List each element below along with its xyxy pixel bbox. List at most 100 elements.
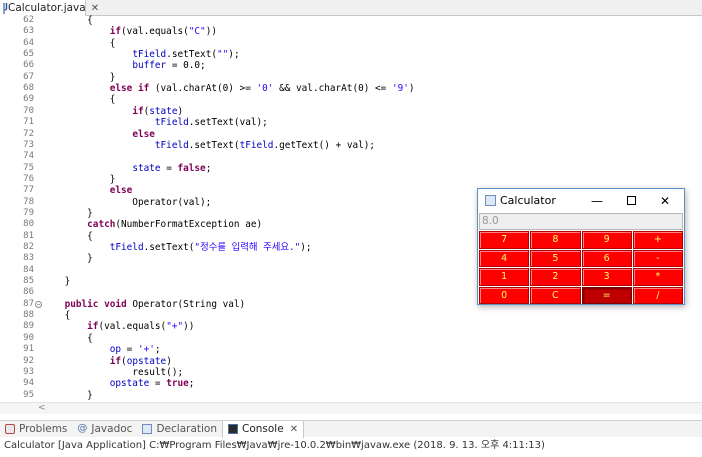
calc-button-3[interactable]: 3 [581, 268, 632, 286]
line-number: 83 [23, 253, 34, 264]
calc-button-9[interactable]: 9 [581, 231, 632, 249]
code-text: else [109, 185, 133, 197]
code-line[interactable]: 70 if(state) [0, 106, 702, 117]
console-icon [228, 424, 238, 434]
calc-button-minus[interactable]: - [632, 249, 683, 267]
code-text: Operator(val); [42, 196, 212, 208]
line-number: 86 [23, 287, 34, 298]
code-text: op = '+'; [109, 344, 161, 356]
calc-button-1[interactable]: 1 [479, 268, 530, 286]
calc-button-8[interactable]: 8 [530, 231, 581, 249]
code-line[interactable]: 72 else [0, 129, 702, 140]
code-line[interactable]: 91 op = '+'; [0, 344, 702, 355]
view-tab-label: Problems [19, 423, 68, 435]
code-text: } [42, 207, 93, 219]
code-line[interactable]: 89 if(val.equals("+")) [0, 321, 702, 332]
code-line[interactable]: 63 if(val.equals("C")) [0, 26, 702, 37]
minimize-button[interactable]: — [580, 189, 614, 212]
code-line[interactable]: 90 { [0, 333, 702, 344]
code-text: if(state) [132, 105, 184, 117]
maximize-button[interactable] [614, 189, 648, 212]
fold-collapse-icon[interactable]: − [35, 300, 42, 308]
line-number: 66 [23, 60, 34, 71]
line-number: 85 [23, 276, 34, 287]
java-file-icon [3, 2, 8, 14]
code-line[interactable]: 76 } [0, 174, 702, 185]
code-text: } [42, 71, 116, 83]
code-text: { [42, 15, 93, 26]
code-line[interactable]: 95 } [0, 390, 702, 401]
view-tab-label: Javadoc [91, 423, 133, 435]
view-tab-console[interactable]: Console ✕ [222, 420, 305, 438]
line-number: 77 [23, 185, 34, 196]
line-number: 70 [23, 105, 34, 116]
calc-button-7[interactable]: 7 [479, 231, 530, 249]
close-window-button[interactable]: ✕ [648, 189, 682, 212]
line-number: 81 [23, 230, 34, 241]
calc-button-5[interactable]: 5 [530, 249, 581, 267]
view-tab-problems[interactable]: Problems [0, 421, 72, 438]
code-text: public void Operator(String val) [64, 298, 246, 310]
code-line[interactable]: 64 { [0, 38, 702, 49]
line-number: 88 [23, 310, 34, 321]
code-text: { [42, 310, 71, 322]
line-number: 92 [23, 355, 34, 366]
calc-button-4[interactable]: 4 [479, 249, 530, 267]
line-number: 78 [23, 196, 34, 207]
scroll-left-icon[interactable]: < [38, 403, 46, 414]
code-line[interactable]: 66 buffer = 0.0; [0, 60, 702, 71]
problems-icon [5, 424, 15, 434]
calc-button-6[interactable]: 6 [581, 249, 632, 267]
view-tab-label: Console [242, 423, 284, 435]
view-tab-javadoc[interactable]: @ Javadoc [72, 421, 137, 438]
code-text: } [42, 253, 93, 265]
code-text: else [132, 128, 155, 140]
code-line[interactable]: 73 tField.setText(tField.getText() + val… [0, 140, 702, 151]
declaration-icon [142, 424, 153, 434]
close-icon[interactable]: ✕ [91, 3, 99, 14]
calc-button-clear[interactable]: C [530, 286, 581, 304]
horizontal-scrollbar[interactable]: < [0, 402, 702, 414]
code-line[interactable]: 74 [0, 151, 702, 162]
calculator-window[interactable]: Calculator — ✕ 8.0 7 8 9 +4 5 6- 1 2 3 * 0 C = / [477, 188, 685, 305]
code-line[interactable]: 93 result(); [0, 367, 702, 378]
code-text: } [42, 389, 93, 401]
calc-button-plus[interactable]: + [632, 231, 683, 249]
bottom-view-tabs: Problems @ Javadoc Declaration Console ✕ [0, 420, 702, 438]
code-text: { [42, 230, 93, 242]
code-text: buffer = 0.0; [132, 60, 206, 72]
java-app-icon [485, 195, 496, 206]
code-line[interactable]: 62 { [0, 15, 702, 26]
code-line[interactable]: 94 opstate = true; [0, 378, 702, 389]
calculator-title: Calculator [500, 194, 556, 207]
view-tab-label: Declaration [156, 423, 217, 435]
line-number: 72 [23, 128, 34, 139]
javadoc-icon: @ [77, 423, 88, 434]
close-icon[interactable]: ✕ [290, 424, 298, 435]
code-text: catch(NumberFormatException ae) [87, 219, 263, 231]
code-text: else if (val.charAt(0) >= '0' && val.cha… [109, 83, 415, 95]
code-text: state = false; [132, 162, 212, 174]
line-number: 87 [23, 298, 34, 309]
code-text: } [42, 173, 116, 185]
calc-button-equals[interactable]: = [581, 286, 632, 304]
code-line[interactable]: 75 state = false; [0, 163, 702, 174]
editor-tab-calculator-java[interactable]: Calculator.java ✕ [0, 0, 99, 16]
view-tab-declaration[interactable]: Declaration [137, 421, 222, 438]
code-line[interactable]: 68 else if (val.charAt(0) >= '0' && val.… [0, 83, 702, 94]
code-line[interactable]: 71 tField.setText(val); [0, 117, 702, 128]
calc-button-0[interactable]: 0 [479, 286, 530, 304]
line-number: 93 [23, 366, 34, 377]
code-line[interactable]: 67 } [0, 72, 702, 83]
calculator-title-bar[interactable]: Calculator — ✕ [478, 189, 684, 212]
code-line[interactable]: 69 { [0, 94, 702, 105]
code-line[interactable]: 65 tField.setText(""); [0, 49, 702, 60]
calculator-display[interactable]: 8.0 [479, 213, 683, 230]
calc-button-multiply[interactable]: * [632, 268, 683, 286]
line-number: 67 [23, 71, 34, 82]
code-line[interactable]: 92 if(opstate) [0, 356, 702, 367]
line-number: 68 [23, 83, 34, 94]
calc-button-2[interactable]: 2 [530, 268, 581, 286]
code-line[interactable]: 88 { [0, 310, 702, 321]
calc-button-divide[interactable]: / [632, 286, 683, 304]
